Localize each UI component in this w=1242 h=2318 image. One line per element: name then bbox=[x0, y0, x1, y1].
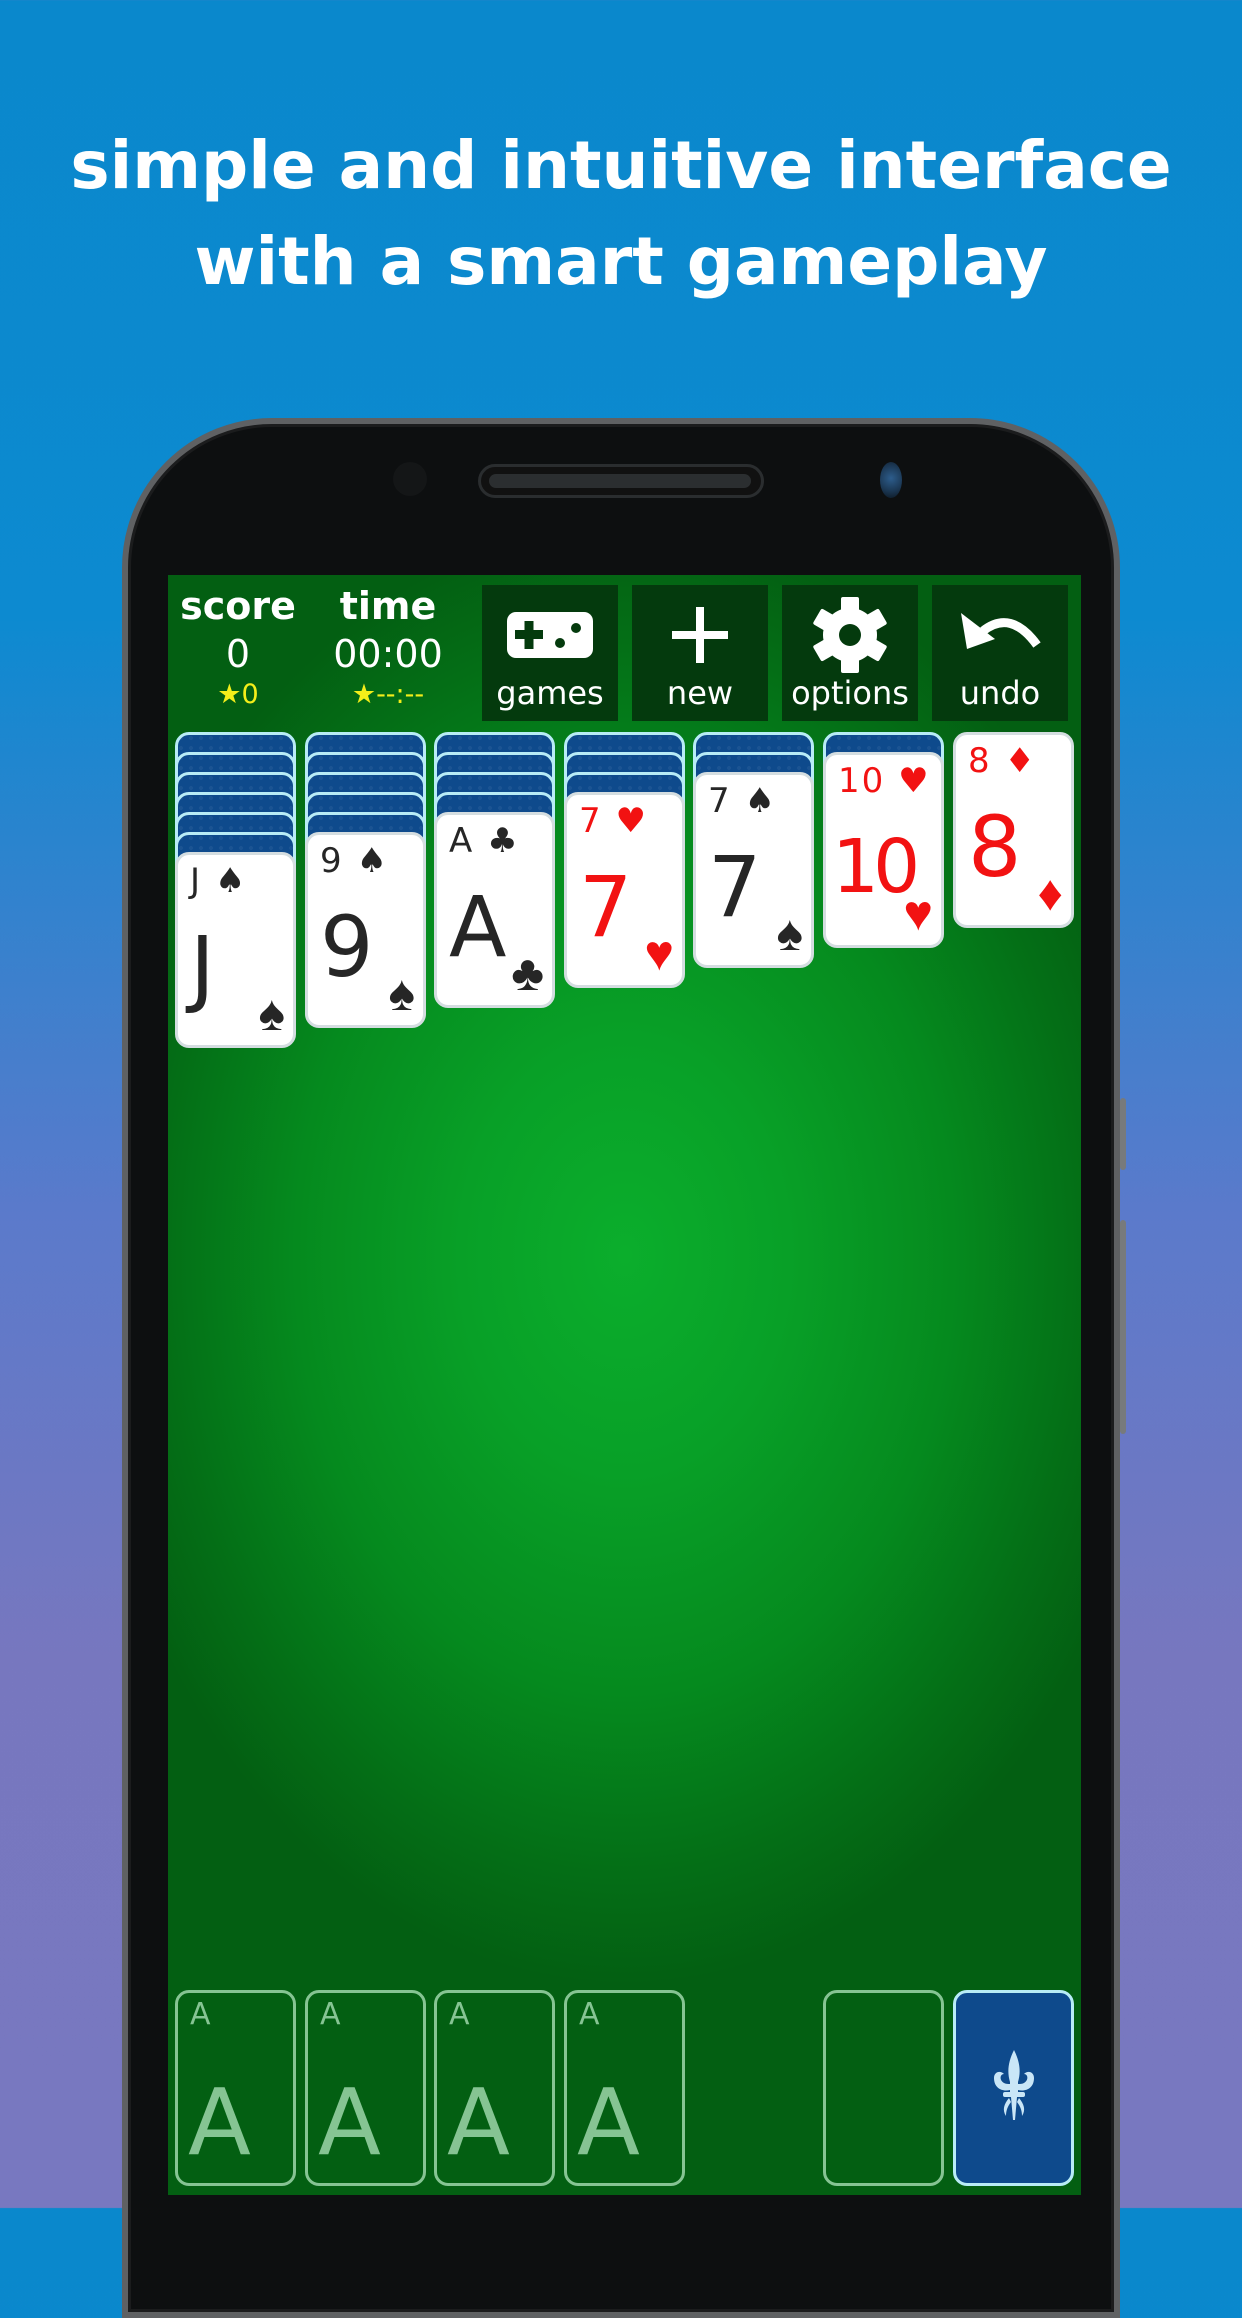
card-suit-icon: ♠ bbox=[776, 905, 803, 961]
fleur-de-lis-icon bbox=[993, 2050, 1034, 2120]
card-index: 9 ♠ bbox=[320, 841, 389, 881]
card-suit-icon: ♠ bbox=[258, 985, 285, 1041]
card-index: 7 ♠ bbox=[708, 781, 777, 821]
card-index: 8 ♦ bbox=[968, 741, 1037, 781]
games-label: games bbox=[496, 674, 604, 712]
card-index: A ♣ bbox=[449, 821, 520, 861]
game-screen: score 0 ★0 time 00:00 ★--:-- games new o… bbox=[168, 575, 1081, 2195]
promo-headline: simple and intuitive interface with a sm… bbox=[0, 118, 1242, 310]
earpiece-speaker bbox=[478, 464, 764, 498]
headline-line-2: with a smart gameplay bbox=[194, 223, 1048, 300]
foundation-placeholder: A bbox=[447, 2069, 510, 2176]
card-suit-icon: ♦ bbox=[1037, 865, 1063, 921]
time-label: time bbox=[339, 584, 437, 628]
face-up-card[interactable]: A ♣ A ♣ bbox=[434, 812, 555, 1008]
foundation-placeholder: A bbox=[318, 2069, 381, 2176]
card-index: J ♠ bbox=[190, 861, 248, 901]
foundation-index: A bbox=[190, 1997, 211, 2032]
proximity-sensor bbox=[393, 462, 427, 496]
games-button[interactable]: games bbox=[482, 585, 618, 721]
best-time: ★--:-- bbox=[351, 679, 425, 710]
gear-icon bbox=[782, 597, 918, 673]
face-up-card[interactable]: 8 ♦ 8 ♦ bbox=[953, 732, 1074, 928]
new-label: new bbox=[666, 674, 734, 712]
undo-button[interactable]: undo bbox=[932, 585, 1068, 721]
options-button[interactable]: options bbox=[782, 585, 918, 721]
foundation-placeholder: A bbox=[577, 2069, 640, 2176]
card-suit-icon: ♥ bbox=[644, 925, 674, 981]
time-panel: time 00:00 ★--:-- bbox=[318, 583, 458, 711]
card-rank: 9 bbox=[320, 898, 374, 996]
stock-pile[interactable] bbox=[953, 1990, 1074, 2186]
card-rank: 10 bbox=[832, 824, 920, 910]
face-up-card[interactable]: 10 ♥ 10 ♥ bbox=[823, 752, 944, 948]
card-rank: 7 bbox=[708, 838, 762, 936]
gamepad-icon bbox=[482, 599, 618, 671]
foundation-index: A bbox=[449, 1997, 470, 2032]
waste-pile[interactable] bbox=[823, 1990, 944, 2186]
card-rank: 7 bbox=[579, 858, 633, 956]
card-rank: 8 bbox=[968, 798, 1022, 896]
foundation-index: A bbox=[579, 1997, 600, 2032]
card-index: 10 ♥ bbox=[838, 761, 931, 801]
card-suit-icon: ♣ bbox=[511, 945, 544, 1001]
card-suit-icon: ♥ bbox=[903, 885, 933, 941]
card-rank: J bbox=[190, 918, 215, 1016]
time-value: 00:00 bbox=[333, 632, 443, 676]
face-up-card[interactable]: 7 ♠ 7 ♠ bbox=[693, 772, 814, 968]
face-up-card[interactable]: J ♠ J ♠ bbox=[175, 852, 296, 1048]
volume-button bbox=[1120, 1220, 1126, 1434]
best-score: ★0 bbox=[217, 679, 259, 710]
foundation-pile[interactable]: A A bbox=[564, 1990, 685, 2186]
top-toolbar: score 0 ★0 time 00:00 ★--:-- games new o… bbox=[168, 575, 1081, 725]
plus-icon bbox=[632, 599, 768, 671]
foundation-pile[interactable]: A A bbox=[434, 1990, 555, 2186]
front-camera bbox=[880, 462, 902, 498]
headline-line-1: simple and intuitive interface bbox=[70, 127, 1172, 204]
power-button bbox=[1120, 1098, 1126, 1170]
undo-label: undo bbox=[959, 674, 1041, 712]
face-up-card[interactable]: 9 ♠ 9 ♠ bbox=[305, 832, 426, 1028]
score-value: 0 bbox=[225, 632, 251, 676]
card-index: 7 ♥ bbox=[579, 801, 648, 841]
foundation-pile[interactable]: A A bbox=[305, 1990, 426, 2186]
options-label: options bbox=[791, 674, 909, 712]
score-label: score bbox=[180, 584, 296, 628]
score-panel: score 0 ★0 bbox=[168, 583, 308, 711]
new-game-button[interactable]: new bbox=[632, 585, 768, 721]
card-suit-icon: ♠ bbox=[388, 965, 415, 1021]
face-up-card[interactable]: 7 ♥ 7 ♥ bbox=[564, 792, 685, 988]
undo-icon bbox=[932, 599, 1068, 671]
card-rank: A bbox=[449, 878, 507, 976]
foundation-pile[interactable]: A A bbox=[175, 1990, 296, 2186]
foundation-index: A bbox=[320, 1997, 341, 2032]
foundation-placeholder: A bbox=[188, 2069, 251, 2176]
